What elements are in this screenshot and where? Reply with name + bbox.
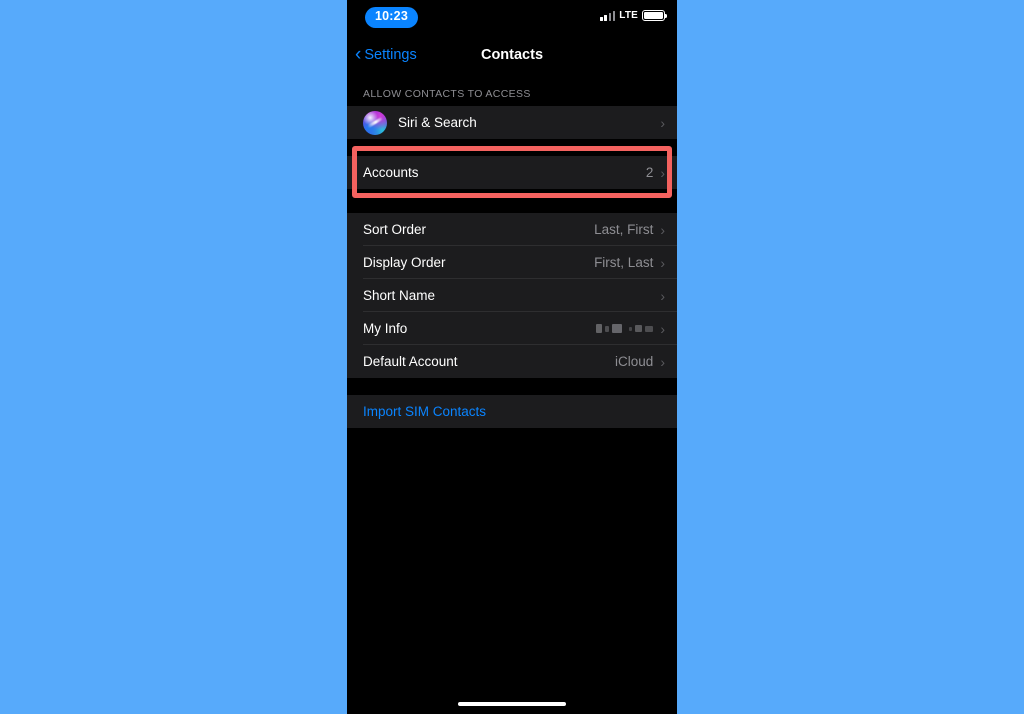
- settings-content: ALLOW CONTACTS TO ACCESS Siri & Search ›…: [347, 74, 677, 428]
- settings-row-value: iCloud: [615, 354, 654, 369]
- chevron-right-icon: ›: [660, 254, 665, 271]
- section-import-sim: Import SIM Contacts: [347, 395, 677, 428]
- settings-row-label: Default Account: [363, 354, 458, 369]
- settings-row-label: Sort Order: [363, 222, 427, 237]
- siri-icon: [363, 110, 387, 135]
- chevron-left-icon: ‹: [355, 43, 362, 65]
- status-bar: 10:23 LTE: [347, 0, 677, 36]
- section-contacts-options: Sort Order Last, First › Display Order F…: [347, 213, 677, 378]
- battery-icon: [642, 10, 668, 21]
- settings-row-display-order[interactable]: Display Order First, Last ›: [347, 246, 677, 279]
- chevron-right-icon: ›: [660, 221, 665, 238]
- chevron-right-icon: ›: [660, 353, 665, 370]
- back-button[interactable]: ‹ Settings: [355, 43, 417, 65]
- settings-row-label: Siri & Search: [398, 115, 477, 130]
- section-gap: [347, 139, 677, 156]
- settings-row-short-name[interactable]: Short Name ›: [347, 279, 677, 312]
- navigation-bar: ‹ Settings Contacts: [347, 36, 677, 74]
- section-allow-access: Siri & Search ›: [347, 106, 677, 139]
- home-indicator[interactable]: [458, 702, 566, 706]
- chevron-right-icon: ›: [660, 287, 665, 304]
- section-accounts: Accounts 2 ›: [347, 146, 677, 198]
- settings-row-label: Import SIM Contacts: [363, 404, 487, 419]
- settings-row-value: First, Last: [594, 255, 654, 270]
- settings-row-label: Short Name: [363, 288, 436, 303]
- settings-row-label: Display Order: [363, 255, 446, 270]
- settings-row-my-info[interactable]: My Info ›: [347, 312, 677, 345]
- settings-row-label: Accounts: [363, 165, 419, 180]
- network-type-label: LTE: [619, 9, 638, 21]
- phone-screen: 10:23 LTE ‹ Settings Contacts ALLOW CONT…: [347, 0, 677, 714]
- back-button-label: Settings: [364, 47, 417, 63]
- settings-row-accounts[interactable]: Accounts 2 ›: [347, 156, 677, 189]
- chevron-right-icon: ›: [660, 320, 665, 337]
- chevron-right-icon: ›: [660, 114, 665, 131]
- status-bar-indicators: LTE: [600, 9, 668, 21]
- settings-row-default-account[interactable]: Default Account iCloud ›: [347, 345, 677, 378]
- status-bar-time-pill[interactable]: 10:23: [365, 7, 418, 28]
- cellular-signal-icon: [600, 10, 616, 21]
- section-header-allow-access: ALLOW CONTACTS TO ACCESS: [363, 88, 531, 100]
- settings-row-label: My Info: [363, 321, 408, 336]
- settings-row-sort-order[interactable]: Sort Order Last, First ›: [347, 213, 677, 246]
- settings-row-import-sim-contacts[interactable]: Import SIM Contacts: [347, 395, 677, 428]
- settings-row-value: Last, First: [594, 222, 654, 237]
- settings-row-siri-and-search[interactable]: Siri & Search ›: [347, 106, 677, 139]
- section-gap: [347, 189, 677, 213]
- settings-row-value: 2: [645, 165, 654, 180]
- section-gap: [347, 378, 677, 395]
- chevron-right-icon: ›: [660, 164, 665, 181]
- redacted-value: [596, 323, 654, 334]
